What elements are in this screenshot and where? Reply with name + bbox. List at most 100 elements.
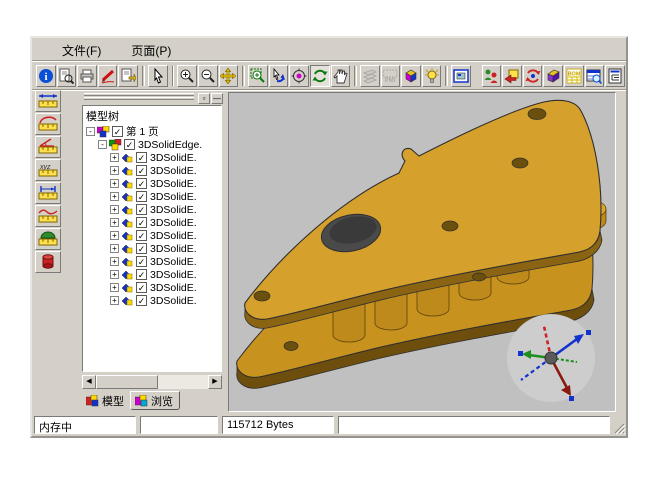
scroll-thumb[interactable] (96, 375, 158, 389)
resize-grip[interactable] (613, 422, 626, 435)
measure-between-icon (38, 184, 58, 202)
markup-pen-icon (100, 68, 116, 84)
node-checkbox[interactable]: ✓ (124, 139, 135, 150)
tree-node-part[interactable]: +✓3DSolidE. (83, 294, 221, 307)
scroll-right-icon[interactable]: ▶ (208, 375, 222, 389)
save-view-button[interactable] (502, 65, 522, 87)
panel-hide-button[interactable]: — (211, 93, 223, 104)
measure-area-button[interactable] (35, 228, 61, 250)
expand-toggle-icon[interactable]: + (110, 257, 119, 266)
menu-page[interactable]: 页面(P) (127, 41, 175, 60)
menu-file[interactable]: 文件(F) (58, 41, 105, 60)
node-checkbox[interactable]: ✓ (136, 178, 147, 189)
scroll-track[interactable] (158, 375, 208, 389)
tree-node-part[interactable]: +✓3DSolidE. (83, 190, 221, 203)
model-tree: 模型树 - ✓ 第 1 页 - ✓ 3DSolidEdge. +✓3DSolid… (82, 105, 222, 372)
tree-node-part[interactable]: +✓3DSolidE. (83, 151, 221, 164)
expand-toggle-icon[interactable]: + (110, 179, 119, 188)
measure-radius-button[interactable] (35, 113, 61, 135)
expand-toggle-icon[interactable]: + (110, 231, 119, 240)
markup-button[interactable] (98, 65, 118, 87)
tree-hscrollbar[interactable]: ◀ ▶ (82, 375, 222, 389)
select-button[interactable] (148, 65, 168, 87)
pan-hand-button[interactable] (331, 65, 351, 87)
table-search-button[interactable] (585, 65, 605, 87)
expand-toggle-icon[interactable]: + (110, 205, 119, 214)
compass-rotate-button[interactable] (523, 65, 543, 87)
frame-image-button[interactable] (451, 65, 471, 87)
light-button[interactable] (422, 65, 442, 87)
pmi-button[interactable]: PMI (381, 65, 401, 87)
node-checkbox[interactable]: ✓ (136, 204, 147, 215)
bom-button[interactable]: BOM (564, 65, 584, 87)
status-bar: 内存中 115712 Bytes (32, 414, 626, 436)
node-checkbox[interactable]: ✓ (136, 230, 147, 241)
tree-node-part[interactable]: +✓3DSolidE. (83, 281, 221, 294)
tab-model[interactable]: 模型 (82, 391, 130, 410)
assembly-button[interactable] (482, 65, 502, 87)
tree-node-part[interactable]: +✓3DSolidE. (83, 203, 221, 216)
menu-bar: 文件(F) 页面(P) (32, 40, 626, 61)
part-icon (121, 217, 134, 229)
measure-curve-button[interactable] (35, 205, 61, 227)
measure-area-icon (38, 230, 58, 248)
info-button[interactable]: i (36, 65, 56, 87)
expand-toggle-icon[interactable]: + (110, 192, 119, 201)
zoom-in-button[interactable] (177, 65, 197, 87)
collapse-toggle-icon[interactable]: - (86, 127, 95, 136)
measure-coordinate-button[interactable]: xyz (35, 159, 61, 181)
tree-node-part[interactable]: +✓3DSolidE. (83, 268, 221, 281)
node-checkbox[interactable]: ✓ (136, 165, 147, 176)
expand-toggle-icon[interactable]: + (110, 153, 119, 162)
zoom-window-button[interactable] (248, 65, 268, 87)
orbit-target-button[interactable] (289, 65, 309, 87)
panel-float-button[interactable]: ▫ (198, 93, 210, 104)
node-checkbox[interactable]: ✓ (136, 269, 147, 280)
svg-text:BOM: BOM (567, 71, 580, 77)
zoom-out-button[interactable] (198, 65, 218, 87)
node-checkbox[interactable]: ✓ (136, 217, 147, 228)
panel-gripper[interactable]: ▫ — (82, 93, 224, 105)
tree-node-part[interactable]: +✓3DSolidE. (83, 242, 221, 255)
expand-toggle-icon[interactable]: + (110, 283, 119, 292)
zoom-dynamic-button[interactable] (269, 65, 289, 87)
tab-browse[interactable]: 浏览 (130, 391, 180, 410)
measure-distance-button[interactable] (35, 90, 61, 112)
tree-node-part[interactable]: +✓3DSolidE. (83, 255, 221, 268)
eraser-3d-button[interactable] (543, 65, 563, 87)
export-button[interactable] (118, 65, 138, 87)
node-checkbox[interactable]: ✓ (136, 295, 147, 306)
node-checkbox[interactable]: ✓ (136, 152, 147, 163)
pmi-icon: PMI (382, 68, 398, 84)
tree-node-part[interactable]: +✓3DSolidE. (83, 216, 221, 229)
tree-node-part[interactable]: +✓3DSolidE. (83, 164, 221, 177)
node-checkbox[interactable]: ✓ (136, 191, 147, 202)
tree-node-assembly[interactable]: - ✓ 3DSolidEdge. (83, 138, 221, 151)
expand-toggle-icon[interactable]: + (110, 166, 119, 175)
node-checkbox[interactable]: ✓ (112, 126, 123, 137)
expand-toggle-icon[interactable]: + (110, 244, 119, 253)
expand-toggle-icon[interactable]: + (110, 296, 119, 305)
expand-toggle-icon[interactable]: + (110, 270, 119, 279)
node-checkbox[interactable]: ✓ (136, 243, 147, 254)
viewport-3d[interactable] (228, 92, 616, 412)
tree-node-part[interactable]: +✓3DSolidE. (83, 229, 221, 242)
tree-node-part[interactable]: +✓3DSolidE. (83, 177, 221, 190)
collapse-toggle-icon[interactable]: - (98, 140, 107, 149)
doc-tree-button[interactable] (605, 65, 625, 87)
measure-between-button[interactable] (35, 182, 61, 204)
expand-toggle-icon[interactable]: + (110, 218, 119, 227)
print-preview-button[interactable] (57, 65, 77, 87)
measure-angle-button[interactable] (35, 136, 61, 158)
print-button[interactable] (77, 65, 97, 87)
measure-volume-button[interactable] (35, 251, 61, 273)
tree-node-page[interactable]: - ✓ 第 1 页 (83, 125, 221, 138)
pan-button[interactable] (219, 65, 239, 87)
view-cube-button[interactable] (401, 65, 421, 87)
rotate-button[interactable] (310, 65, 330, 87)
node-checkbox[interactable]: ✓ (136, 256, 147, 267)
layers-button[interactable] (360, 65, 380, 87)
scroll-left-icon[interactable]: ◀ (82, 375, 96, 389)
node-checkbox[interactable]: ✓ (136, 282, 147, 293)
orientation-gizmo[interactable] (507, 314, 595, 402)
